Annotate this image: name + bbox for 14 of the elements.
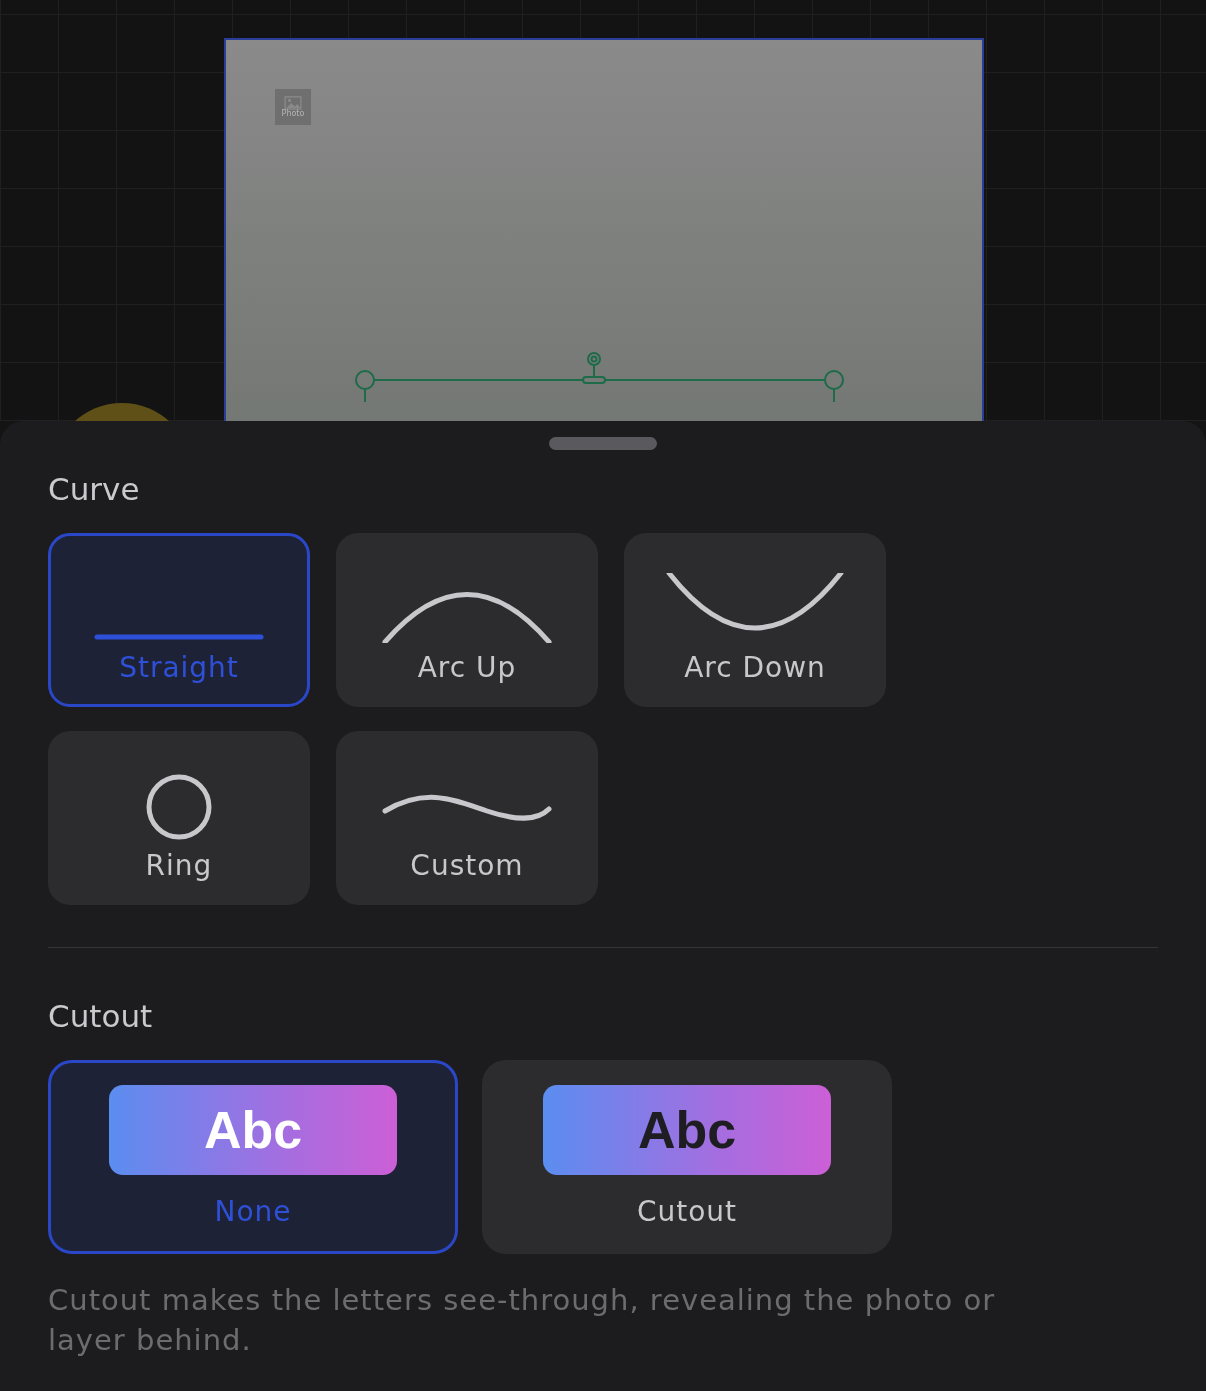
curve-option[interactable]: Arc Down [624, 533, 886, 708]
photo-label: Photo [281, 110, 305, 118]
text-preview: Abc [109, 1085, 397, 1176]
text-preview: Abc [543, 1085, 831, 1176]
section-title: Cutout [48, 998, 154, 1035]
curve-option[interactable]: Ring [48, 731, 310, 906]
section-title: Curve [48, 471, 141, 508]
curve-option[interactable]: Arc Up [336, 533, 598, 708]
cutout-option[interactable]: Abc None [48, 1060, 458, 1255]
curve-option[interactable]: Custom [336, 731, 598, 906]
description-text: Cutout makes the letters see-through, revealing the photo or layer behind. [48, 1282, 997, 1360]
cutout-option[interactable]: Abc Cutout [482, 1060, 892, 1255]
image-icon [284, 96, 302, 110]
drag-handle[interactable] [549, 437, 657, 450]
